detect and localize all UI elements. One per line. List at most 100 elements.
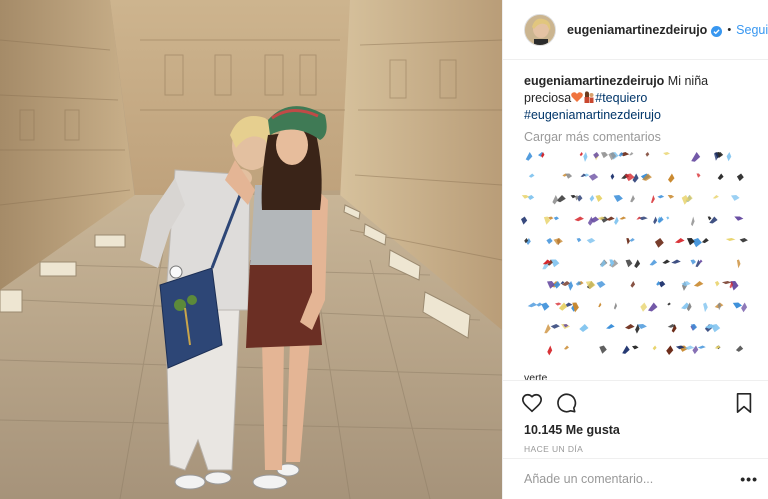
partial-comment: verte — [524, 372, 548, 380]
pixel-fragment — [579, 152, 583, 157]
pixel-fragment — [613, 302, 617, 310]
hashtag-tequiero[interactable]: #tequiero — [595, 91, 647, 105]
follow-button[interactable]: Seguir — [736, 23, 768, 37]
comment-input[interactable] — [524, 472, 741, 486]
pixel-fragment — [691, 152, 701, 162]
pixel-fragment — [619, 216, 627, 220]
pixel-fragment — [579, 324, 589, 332]
pixel-fragment — [739, 238, 748, 243]
pixel-fragment — [654, 238, 664, 248]
pixel-fragment — [630, 281, 636, 288]
pixel-fragment — [726, 152, 732, 162]
pixel-fragment — [736, 259, 741, 269]
pixel-fragment — [527, 302, 538, 308]
pixel-fragment — [651, 195, 655, 203]
pixel-fragment — [690, 259, 696, 265]
pixel-fragment — [550, 259, 560, 268]
post-sidebar: eugeniamartinezdeirujo • Seguir eugeniam… — [502, 0, 768, 499]
pixel-fragment — [626, 238, 630, 245]
pixel-fragment — [653, 216, 658, 225]
pixel-fragment — [636, 216, 641, 220]
pixel-fragment — [600, 152, 608, 159]
pixel-fragment — [528, 173, 535, 178]
pixel-fragment — [632, 345, 639, 350]
pixel-fragment — [697, 345, 706, 349]
pixel-fragment — [527, 195, 535, 200]
likes-count[interactable]: 10.145 Me gusta — [520, 423, 756, 437]
caption-username[interactable]: eugeniamartinezdeirujo — [524, 74, 664, 88]
pixel-fragment — [614, 216, 619, 225]
pixel-fragment — [630, 195, 635, 203]
action-icons-row — [520, 387, 756, 419]
pixel-fragment — [717, 173, 724, 180]
header-username[interactable]: eugeniamartinezdeirujo — [567, 23, 707, 37]
orange-heart-emoji-icon — [571, 91, 584, 103]
pixel-fragment — [588, 173, 599, 181]
post-header: eugeniamartinezdeirujo • Seguir — [503, 0, 768, 60]
pixel-fragment — [657, 195, 665, 199]
pixel-fragment — [521, 195, 530, 199]
mother-daughter-emoji-icon — [583, 91, 595, 103]
pixel-fragment — [618, 152, 624, 157]
pixel-fragment — [667, 195, 675, 199]
pixel-fragment — [656, 281, 661, 286]
bookmark-icon[interactable] — [732, 391, 756, 415]
pixel-fragment — [707, 216, 712, 221]
hashtag-eugeniamartinezdeirujo[interactable]: #eugeniamartinezdeirujo — [524, 108, 661, 122]
pixel-fragment — [648, 302, 658, 312]
pixel-fragment — [622, 345, 630, 354]
pixel-fragment — [565, 173, 573, 179]
pixel-fragment — [536, 302, 543, 307]
pixel-fragment — [553, 216, 559, 221]
pixel-fragment — [703, 302, 708, 313]
pixel-fragment — [547, 281, 555, 289]
pixel-fragment — [731, 195, 740, 201]
pixel-fragment — [541, 302, 550, 311]
pixel-fragment — [598, 302, 602, 308]
obscured-comments — [521, 152, 748, 356]
pixel-fragment — [701, 238, 709, 244]
post-photo[interactable] — [0, 0, 502, 499]
pixel-fragment — [735, 345, 744, 352]
pixel-fragment — [583, 152, 588, 162]
post-timestamp[interactable]: HACE UN DÍA — [520, 444, 756, 454]
pixel-fragment — [585, 281, 596, 290]
pixel-fragment — [692, 238, 702, 248]
more-options-icon[interactable]: ••• — [740, 471, 758, 487]
pixel-fragment — [556, 195, 566, 203]
avatar[interactable] — [524, 13, 556, 46]
pixel-fragment — [712, 195, 719, 199]
caption: eugeniamartinezdeirujo Mi niña preciosa #… — [524, 73, 750, 124]
load-more-comments[interactable]: Cargar más comentarios — [524, 130, 750, 144]
pixel-fragment — [546, 238, 553, 245]
pixel-fragment — [715, 281, 720, 287]
pixel-fragment — [625, 259, 633, 268]
comments-section: eugeniamartinezdeirujo Mi niña preciosa #… — [503, 60, 768, 380]
pixel-fragment — [574, 216, 584, 222]
pixel-fragment — [596, 281, 606, 288]
pixel-fragment — [696, 173, 701, 178]
pixel-fragment — [629, 238, 635, 242]
pixel-fragment — [586, 238, 596, 244]
pixel-fragment — [576, 238, 582, 243]
pixel-fragment — [674, 238, 685, 244]
pixel-fragment — [632, 173, 639, 183]
pixel-fragment — [555, 302, 562, 306]
pixel-fragment — [629, 152, 634, 156]
pixel-fragment — [625, 324, 635, 330]
pixel-fragment — [734, 216, 744, 221]
pixel-fragment — [695, 259, 701, 268]
pixel-fragment — [658, 281, 666, 288]
pixel-fragment — [668, 173, 675, 183]
pixel-fragment — [544, 324, 551, 334]
comment-icon[interactable] — [554, 391, 578, 415]
pixel-fragment — [652, 345, 657, 351]
pixel-fragment — [714, 345, 721, 349]
pixel-fragment — [564, 345, 569, 350]
pixel-fragment — [606, 324, 615, 329]
heart-icon[interactable] — [520, 391, 544, 415]
pixel-fragment — [595, 195, 603, 202]
pixel-fragment — [610, 173, 615, 180]
pixel-fragment — [552, 195, 559, 205]
separator-dot: • — [727, 23, 732, 36]
